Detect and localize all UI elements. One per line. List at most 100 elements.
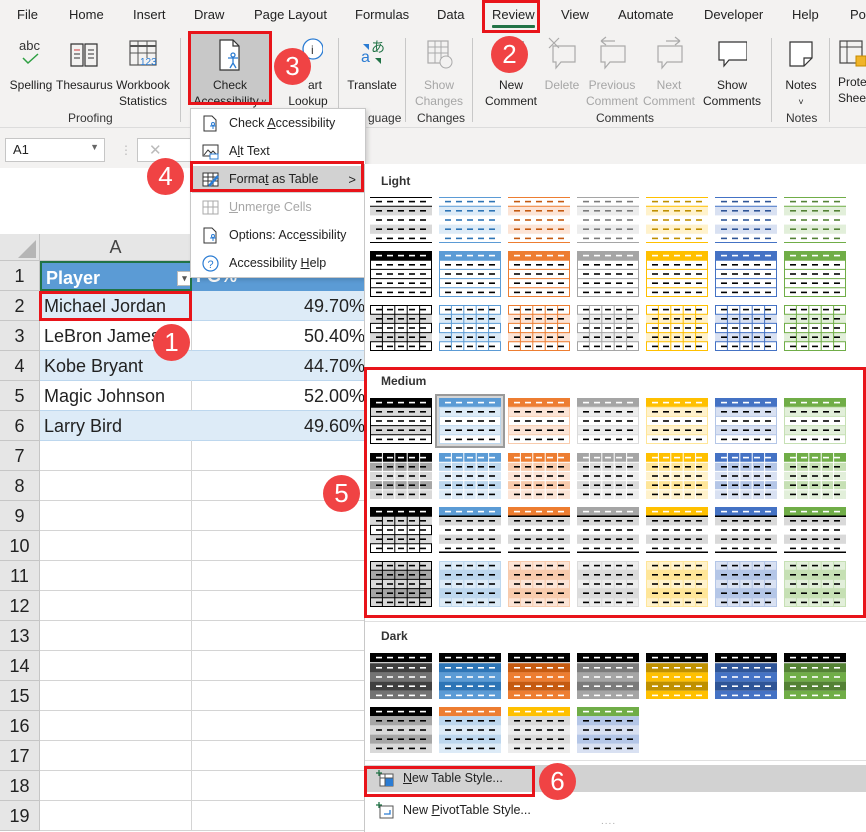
empty-cell[interactable]	[40, 471, 192, 501]
empty-cell[interactable]	[192, 801, 370, 831]
previous-comment-button[interactable]: Previous Comment	[585, 36, 639, 109]
workbook-statistics-button[interactable]: 123 Workbook Statistics	[114, 36, 172, 109]
table-style-dark-3[interactable]	[508, 653, 570, 699]
table-style-dark-6[interactable]	[715, 653, 777, 699]
row-header[interactable]: 15	[0, 681, 40, 711]
empty-cell[interactable]	[40, 591, 192, 621]
row-header[interactable]: 1	[0, 261, 40, 291]
select-all-corner[interactable]	[0, 234, 40, 261]
empty-cell[interactable]	[192, 441, 370, 471]
menu-item-check-accessibility[interactable]: Check Accessibility	[192, 110, 364, 137]
resize-grip[interactable]: ....	[601, 816, 616, 827]
row-header[interactable]: 17	[0, 741, 40, 771]
menu-item-options-accessibility[interactable]: Options: Accessibility	[192, 222, 364, 249]
table-style-medium-22[interactable]	[370, 561, 432, 607]
tab-file[interactable]: File	[17, 7, 38, 22]
table-style-medium-21[interactable]	[784, 507, 846, 553]
row-header[interactable]: 8	[0, 471, 40, 501]
table-cell-fg[interactable]: 52.00%	[192, 381, 370, 411]
table-style-light-11[interactable]	[577, 251, 639, 297]
table-style-light-4[interactable]	[577, 197, 639, 243]
empty-cell[interactable]	[40, 561, 192, 591]
table-style-medium-11[interactable]	[577, 453, 639, 499]
thesaurus-button[interactable]: Thesaurus	[56, 36, 113, 93]
row-header[interactable]: 5	[0, 381, 40, 411]
menu-item-alt-text[interactable]: Alt Text	[192, 138, 364, 165]
table-style-dark-4[interactable]	[577, 653, 639, 699]
empty-cell[interactable]	[192, 771, 370, 801]
name-box-dropdown-icon[interactable]: ▼	[90, 142, 99, 152]
notes-button[interactable]: Notes ˅	[779, 36, 823, 110]
table-style-medium-15[interactable]	[370, 507, 432, 553]
table-style-medium-26[interactable]	[646, 561, 708, 607]
menu-item-unmerge-cells[interactable]: Unmerge Cells	[192, 194, 364, 221]
row-header[interactable]: 19	[0, 801, 40, 831]
table-style-medium-4[interactable]	[577, 398, 639, 444]
table-style-medium-18[interactable]	[577, 507, 639, 553]
table-cell-player[interactable]: Magic Johnson	[40, 381, 192, 411]
table-style-light-10[interactable]	[508, 251, 570, 297]
show-comments-button[interactable]: Show Comments	[700, 36, 764, 109]
table-style-light-15[interactable]	[370, 305, 432, 351]
table-style-medium-9[interactable]	[439, 453, 501, 499]
table-style-medium-12[interactable]	[646, 453, 708, 499]
empty-cell[interactable]	[40, 501, 192, 531]
table-style-medium-23[interactable]	[439, 561, 501, 607]
tab-view[interactable]: View	[561, 7, 589, 22]
table-cell-player[interactable]: Michael Jordan	[40, 291, 192, 321]
table-style-light-1[interactable]	[370, 197, 432, 243]
tab-power[interactable]: Po	[850, 7, 866, 22]
row-header[interactable]: 13	[0, 621, 40, 651]
table-style-medium-20[interactable]	[715, 507, 777, 553]
row-header[interactable]: 12	[0, 591, 40, 621]
table-style-dark-2[interactable]	[439, 653, 501, 699]
table-style-light-3[interactable]	[508, 197, 570, 243]
row-header[interactable]: 9	[0, 501, 40, 531]
table-style-medium-3[interactable]	[508, 398, 570, 444]
row-header[interactable]: 6	[0, 411, 40, 441]
row-header[interactable]: 14	[0, 651, 40, 681]
empty-cell[interactable]	[40, 441, 192, 471]
spelling-button[interactable]: abc Spelling	[8, 36, 54, 93]
table-style-light-5[interactable]	[646, 197, 708, 243]
table-style-medium-14[interactable]	[784, 453, 846, 499]
table-style-medium-28[interactable]	[784, 561, 846, 607]
delete-comment-button[interactable]: Delete	[542, 36, 582, 93]
table-style-medium-2[interactable]	[439, 398, 501, 444]
table-style-dark-7[interactable]	[784, 653, 846, 699]
row-header[interactable]: 10	[0, 531, 40, 561]
next-comment-button[interactable]: Next Comment	[642, 36, 696, 109]
table-style-medium-10[interactable]	[508, 453, 570, 499]
table-cell-fg[interactable]: 49.60%	[192, 411, 370, 441]
empty-cell[interactable]	[192, 711, 370, 741]
tab-formulas[interactable]: Formulas	[355, 7, 409, 22]
table-style-dark-8[interactable]	[370, 707, 432, 753]
table-style-light-18[interactable]	[577, 305, 639, 351]
table-style-dark-9[interactable]	[439, 707, 501, 753]
protect-sheet-button[interactable]: Prote Shee	[838, 36, 866, 106]
table-style-light-20[interactable]	[715, 305, 777, 351]
empty-cell[interactable]	[192, 681, 370, 711]
empty-cell[interactable]	[40, 651, 192, 681]
tab-home[interactable]: Home	[69, 7, 104, 22]
tab-developer[interactable]: Developer	[704, 7, 763, 22]
empty-cell[interactable]	[192, 651, 370, 681]
row-header[interactable]: 7	[0, 441, 40, 471]
translate-button[interactable]: a あ Translate	[345, 36, 399, 93]
cancel-icon[interactable]: ✕	[149, 141, 162, 159]
empty-cell[interactable]	[192, 531, 370, 561]
table-style-light-14[interactable]	[784, 251, 846, 297]
table-style-light-2[interactable]	[439, 197, 501, 243]
table-style-light-16[interactable]	[439, 305, 501, 351]
table-style-dark-5[interactable]	[646, 653, 708, 699]
table-style-light-8[interactable]	[370, 251, 432, 297]
table-style-light-12[interactable]	[646, 251, 708, 297]
table-style-light-21[interactable]	[784, 305, 846, 351]
table-style-light-9[interactable]	[439, 251, 501, 297]
empty-cell[interactable]	[40, 741, 192, 771]
menu-item-accessibility-help[interactable]: ? Accessibility Help	[192, 250, 364, 277]
empty-cell[interactable]	[40, 711, 192, 741]
table-style-medium-16[interactable]	[439, 507, 501, 553]
empty-cell[interactable]	[192, 741, 370, 771]
table-style-medium-6[interactable]	[715, 398, 777, 444]
